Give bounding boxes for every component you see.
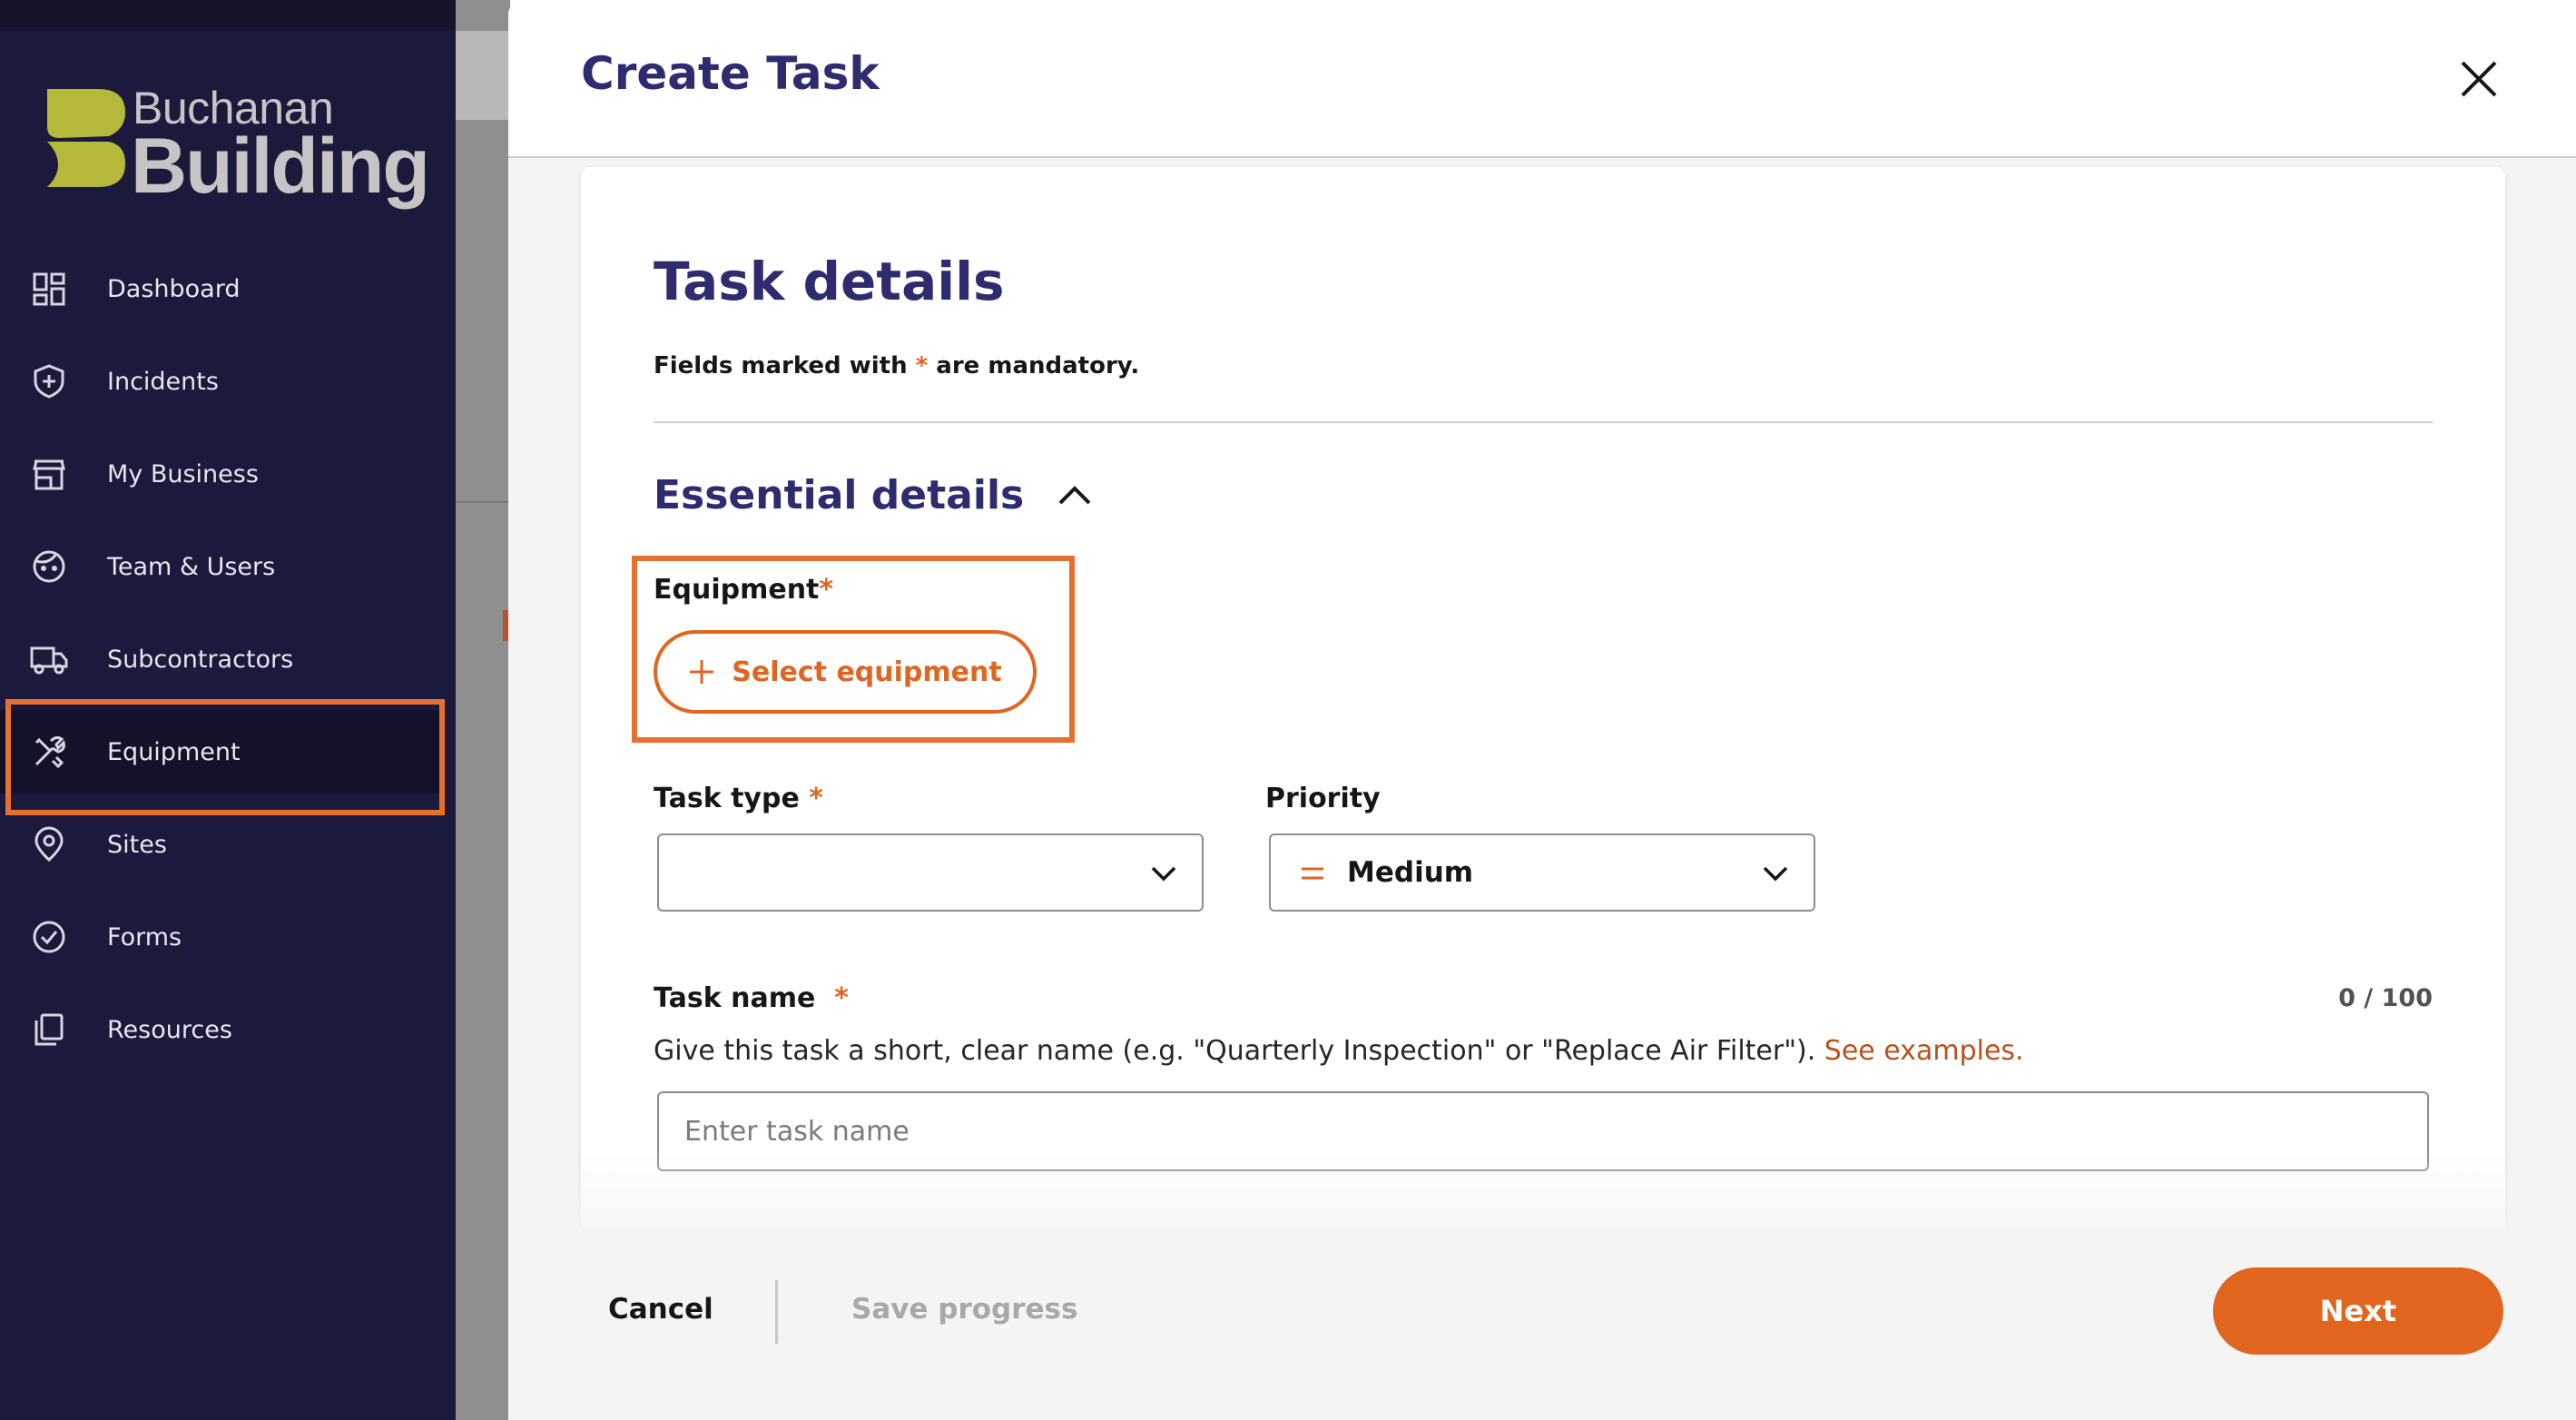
close-button[interactable] (2447, 47, 2511, 111)
top-strip (0, 0, 508, 31)
close-icon (2461, 61, 2497, 97)
shield-plus-icon (27, 360, 71, 403)
create-task-modal: Create Task Task details Fields marked w… (508, 0, 2576, 1420)
truck-icon (27, 637, 71, 681)
chevron-down-icon (1763, 866, 1788, 882)
store-icon (27, 452, 71, 496)
background-header (456, 31, 510, 120)
cancel-button[interactable]: Cancel (608, 1293, 713, 1326)
sidebar-item-label: My Business (107, 459, 259, 488)
copy-icon (27, 1008, 71, 1051)
priority-value: Medium (1347, 856, 1474, 889)
modal-title: Create Task (581, 47, 880, 100)
sidebar-item-resources[interactable]: Resources (0, 988, 445, 1071)
modal-footer: Cancel Save progress Next (508, 1229, 2576, 1420)
task-type-label: Task type * (654, 783, 823, 814)
sidebar-item-label: Incidents (107, 367, 219, 396)
logo-mark-icon (47, 89, 125, 187)
task-name-helper: Give this task a short, clear name (e.g.… (654, 1035, 2024, 1067)
chevron-up-icon[interactable] (1055, 476, 1095, 516)
sidebar-item-my-business[interactable]: My Business (0, 432, 445, 516)
background-page-overlay (456, 0, 510, 1420)
priority-label: Priority (1265, 783, 1381, 814)
chevron-down-icon (1151, 866, 1176, 882)
card-divider (654, 421, 2433, 423)
sidebar-item-label: Subcontractors (107, 645, 294, 674)
sidebar-item-label: Dashboard (107, 274, 241, 303)
task-name-counter: 0 / 100 (2338, 984, 2433, 1012)
highlight-box-equipment-nav (5, 699, 445, 815)
priority-select[interactable]: Medium (1269, 833, 1815, 912)
sidebar-item-subcontractors[interactable]: Subcontractors (0, 617, 445, 701)
location-pin-icon (27, 823, 71, 866)
modal-body[interactable]: Task details Fields marked with * are ma… (508, 158, 2576, 1229)
task-name-label: Task name * (654, 982, 849, 1014)
face-icon (27, 545, 71, 588)
footer-divider (775, 1280, 778, 1344)
task-details-card: Task details Fields marked with * are ma… (581, 167, 2505, 1229)
brand-logo[interactable]: Buchanan Building (42, 82, 430, 218)
save-progress-button[interactable]: Save progress (851, 1293, 1077, 1326)
see-examples-link[interactable]: See examples. (1824, 1035, 2024, 1067)
dashboard-icon (27, 267, 71, 311)
sidebar-item-forms[interactable]: Forms (0, 895, 445, 979)
sidebar-item-incidents[interactable]: Incidents (0, 340, 445, 423)
task-type-select[interactable] (657, 833, 1204, 912)
scroll-fade (508, 1153, 2576, 1229)
background-divider (456, 501, 510, 503)
section-title: Task details (654, 251, 1005, 312)
sidebar: Buchanan Building Dashboard Incidents My… (0, 0, 508, 1420)
next-button[interactable]: Next (2213, 1267, 2503, 1355)
subsection-title: Essential details (654, 472, 1025, 518)
mandatory-note: Fields marked with * are mandatory. (654, 352, 1140, 380)
sidebar-item-label: Resources (107, 1015, 232, 1044)
sidebar-item-label: Forms (107, 922, 182, 952)
sidebar-item-team-users[interactable]: Team & Users (0, 525, 445, 608)
brand-name-bottom: Building (131, 123, 430, 210)
sidebar-item-label: Sites (107, 830, 167, 859)
sidebar-item-dashboard[interactable]: Dashboard (0, 247, 445, 330)
sidebar-item-label: Team & Users (107, 552, 276, 581)
highlight-box-equipment-field (632, 556, 1075, 743)
essential-details-header[interactable]: Essential details (654, 472, 1095, 518)
check-circle-icon (27, 915, 71, 959)
priority-medium-icon (1302, 867, 1323, 880)
